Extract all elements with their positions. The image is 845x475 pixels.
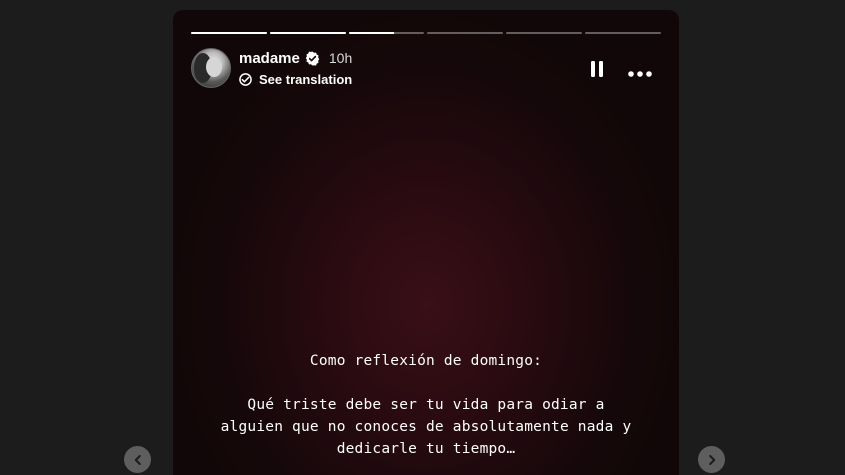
more-options-icon[interactable]: [627, 65, 653, 77]
next-story-button[interactable]: [698, 446, 725, 473]
avatar-face: [206, 57, 222, 77]
story-controls: [589, 60, 653, 78]
progress-segment: [585, 32, 661, 34]
progress-fill: [269, 32, 346, 34]
story-progress-bar: [191, 32, 661, 34]
previous-story-button[interactable]: [124, 446, 151, 473]
verified-badge-icon: [305, 51, 320, 66]
story-timestamp: 10h: [328, 50, 353, 66]
chevron-right-icon: [708, 454, 715, 465]
story-header: madame 10h See translation: [191, 48, 661, 92]
progress-segment: [348, 32, 425, 34]
translate-icon: [239, 73, 252, 86]
story-text-heading: Como reflexión de domingo:: [309, 353, 543, 369]
see-translation-button[interactable]: See translation: [239, 72, 352, 87]
story-card[interactable]: madame 10h See translation Como reflexió…: [173, 10, 679, 475]
pause-icon[interactable]: [589, 60, 605, 78]
avatar[interactable]: [191, 48, 231, 88]
chevron-left-icon: [134, 454, 141, 465]
progress-fill: [191, 32, 267, 34]
story-text-line: dedicarle tu tiempo…: [336, 441, 516, 457]
story-text-line: Qué triste debe ser tu vida para odiar a: [247, 397, 605, 413]
story-text: Como reflexión de domingo: Qué triste de…: [173, 350, 679, 460]
progress-fill: [348, 32, 395, 34]
story-text-line: alguien que no conoces de absolutamente …: [220, 419, 632, 435]
progress-segment: [427, 32, 504, 34]
story-text-body: Qué triste debe ser tu vida para odiar a…: [173, 394, 679, 460]
progress-segment: [506, 32, 583, 34]
see-translation-label: See translation: [259, 72, 353, 87]
username-row: madame 10h: [239, 48, 352, 68]
progress-segment: [191, 32, 267, 34]
username-link[interactable]: madame: [239, 50, 300, 67]
progress-segment: [269, 32, 346, 34]
story-viewer: madame 10h See translation Como reflexió…: [0, 0, 845, 475]
